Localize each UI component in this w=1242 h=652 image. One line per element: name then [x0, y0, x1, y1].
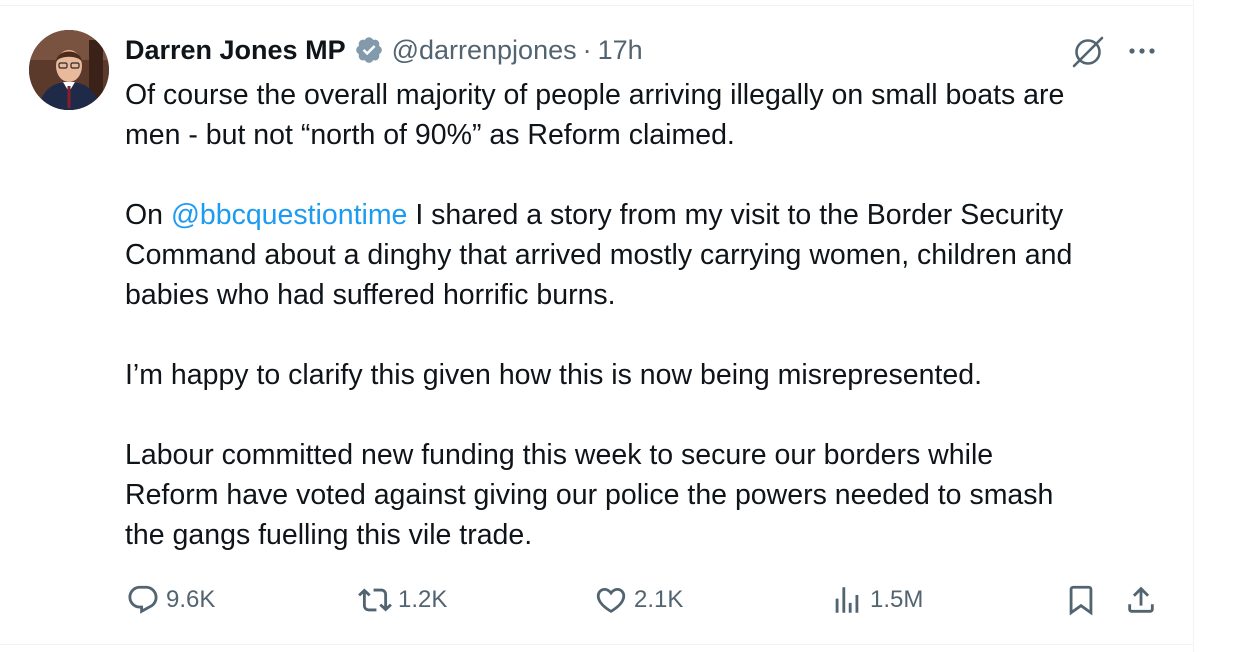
top-divider: [0, 5, 1193, 6]
repost-button[interactable]: 1.2K: [358, 580, 447, 620]
tweet-line: men - but not “north of 90%” as Reform c…: [125, 119, 735, 151]
tweet-text: Of course the overall majority of people…: [125, 75, 1185, 555]
tweet-line: I’m happy to clarify this given how this…: [125, 359, 982, 391]
tweet-line: Command about a dinghy that arrived most…: [125, 239, 1073, 271]
right-gutter: [1194, 0, 1242, 652]
reply-count: 9.6K: [166, 586, 216, 613]
tweet-line: the gangs fuelling this vile trade.: [125, 519, 533, 551]
tweet-header: Darren Jones MP @darrenpjones · 17h: [125, 30, 643, 70]
mention-link[interactable]: @bbcquestiontime: [171, 199, 407, 231]
tweet-line: On @bbcquestiontime I shared a story fro…: [125, 195, 1185, 235]
views-button[interactable]: 1.5M: [830, 580, 923, 620]
like-count: 2.1K: [634, 586, 684, 613]
bookmark-icon: [1069, 585, 1093, 616]
author-name[interactable]: Darren Jones MP: [125, 35, 346, 66]
more-icon[interactable]: [1124, 36, 1160, 66]
text-segment: On: [125, 199, 171, 231]
tweet-line: Labour committed new funding this week t…: [125, 439, 994, 471]
tweet-line: Of course the overall majority of people…: [125, 79, 1065, 111]
verified-badge-icon[interactable]: [354, 35, 384, 65]
repost-icon: [358, 588, 392, 612]
like-button[interactable]: 2.1K: [594, 580, 683, 620]
bottom-divider: [0, 644, 1193, 645]
repost-count: 1.2K: [398, 586, 448, 613]
avatar[interactable]: [29, 30, 109, 110]
bookmark-button[interactable]: [1064, 580, 1098, 620]
grok-icon[interactable]: [1068, 32, 1108, 72]
header-separator: ·: [582, 34, 592, 65]
author-handle[interactable]: @darrenpjones: [392, 35, 577, 66]
reply-icon: [128, 585, 158, 614]
share-button[interactable]: [1124, 580, 1158, 620]
tweet-line: babies who had suffered horrific burns.: [125, 279, 616, 311]
tweet-line: Reform have voted against giving our pol…: [125, 479, 1054, 511]
view-count: 1.5M: [870, 586, 924, 613]
text-segment: I shared a story from my visit to the Bo…: [407, 199, 1064, 231]
reply-button[interactable]: 9.6K: [126, 580, 215, 620]
share-icon: [1128, 586, 1154, 613]
views-icon: [835, 587, 859, 613]
timestamp[interactable]: 17h: [598, 35, 643, 66]
heart-icon: [596, 587, 626, 613]
